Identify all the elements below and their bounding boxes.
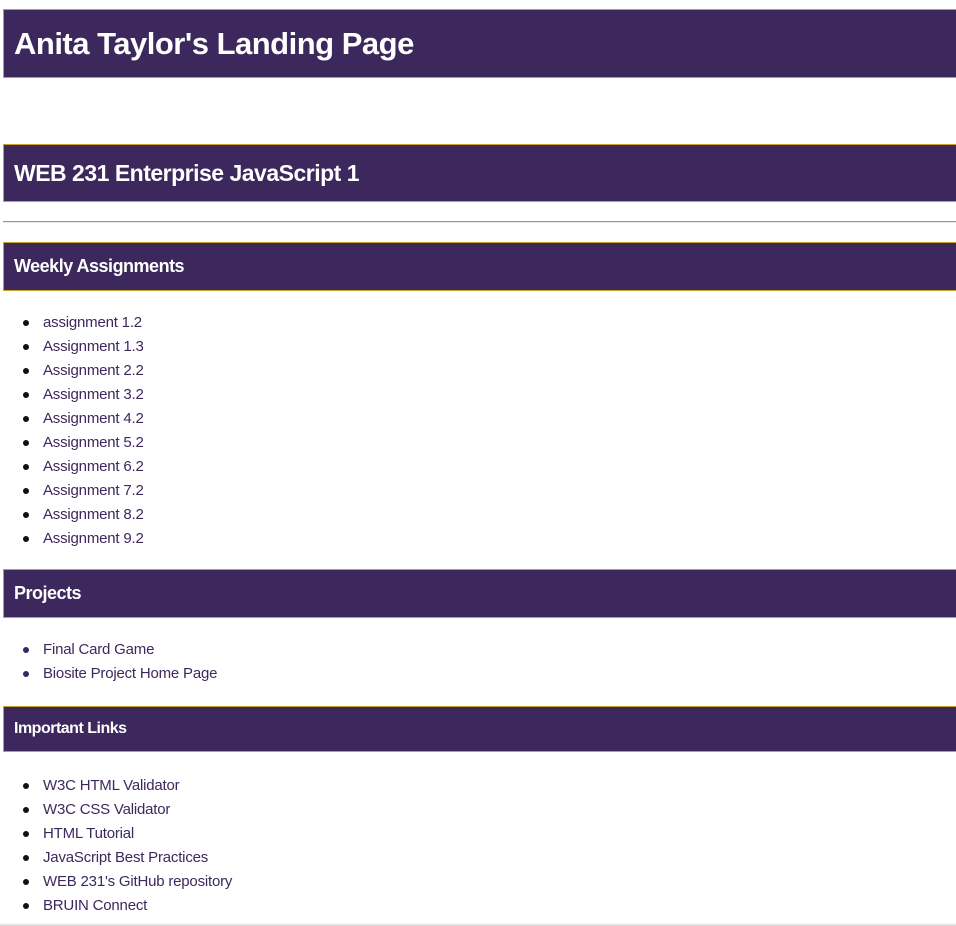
javascript-best-practices-link[interactable]: JavaScript Best Practices: [43, 849, 208, 866]
projects-heading: Projects: [14, 583, 82, 603]
list-item: assignment 1.2: [23, 311, 144, 335]
assignment-8-2-link[interactable]: Assignment 8.2: [43, 506, 144, 523]
list-item: JavaScript Best Practices: [22, 846, 232, 870]
assignment-7-2-link[interactable]: Assignment 7.2: [43, 482, 144, 499]
list-item: Final Card Game: [22, 638, 217, 662]
list-item: HTML Tutorial: [22, 822, 232, 846]
assignment-4-2-link[interactable]: Assignment 4.2: [43, 410, 144, 427]
list-item: Assignment 1.3: [23, 335, 144, 359]
assignment-1-2-link[interactable]: assignment 1.2: [43, 314, 142, 331]
list-item: Assignment 7.2: [23, 479, 144, 503]
bruin-connect-link[interactable]: BRUIN Connect: [43, 897, 147, 914]
biosite-project-link[interactable]: Biosite Project Home Page: [43, 665, 217, 682]
list-item: BRUIN Connect: [22, 894, 232, 918]
list-item: Assignment 4.2: [23, 407, 144, 431]
important-links-banner: Important Links: [3, 706, 956, 752]
assignment-3-2-link[interactable]: Assignment 3.2: [43, 386, 144, 403]
w3c-html-validator-link[interactable]: W3C HTML Validator: [43, 777, 180, 794]
final-card-game-link[interactable]: Final Card Game: [43, 641, 154, 658]
list-item: Assignment 5.2: [23, 431, 144, 455]
page-title: Anita Taylor's Landing Page: [14, 25, 414, 61]
weekly-assignments-list: assignment 1.2 Assignment 1.3 Assignment…: [0, 311, 144, 551]
projects-list: Final Card Game Biosite Project Home Pag…: [0, 638, 217, 686]
html-tutorial-link[interactable]: HTML Tutorial: [43, 825, 134, 842]
assignment-1-3-link[interactable]: Assignment 1.3: [43, 338, 144, 355]
w3c-css-validator-link[interactable]: W3C CSS Validator: [43, 801, 170, 818]
section-divider: [3, 221, 956, 223]
list-item: Assignment 3.2: [23, 383, 144, 407]
assignment-9-2-link[interactable]: Assignment 9.2: [43, 530, 144, 547]
list-item: Assignment 2.2: [23, 359, 144, 383]
weekly-assignments-heading: Weekly Assignments: [14, 256, 185, 276]
important-links-heading: Important Links: [14, 720, 127, 737]
list-item: Biosite Project Home Page: [22, 662, 217, 686]
projects-banner: Projects: [3, 569, 956, 618]
list-item: W3C CSS Validator: [22, 798, 232, 822]
weekly-assignments-banner: Weekly Assignments: [3, 242, 956, 291]
list-item: WEB 231's GitHub repository: [22, 870, 232, 894]
important-links-list: W3C HTML Validator W3C CSS Validator HTM…: [0, 774, 232, 918]
page-title-banner: Anita Taylor's Landing Page: [3, 9, 956, 78]
assignment-6-2-link[interactable]: Assignment 6.2: [43, 458, 144, 475]
list-item: Assignment 9.2: [23, 527, 144, 551]
list-item: Assignment 6.2: [23, 455, 144, 479]
list-item: W3C HTML Validator: [22, 774, 232, 798]
list-item: Assignment 8.2: [23, 503, 144, 527]
course-title: WEB 231 Enterprise JavaScript 1: [14, 159, 360, 186]
course-title-banner: WEB 231 Enterprise JavaScript 1: [3, 144, 956, 202]
github-repository-link[interactable]: WEB 231's GitHub repository: [43, 873, 232, 890]
assignment-5-2-link[interactable]: Assignment 5.2: [43, 434, 144, 451]
assignment-2-2-link[interactable]: Assignment 2.2: [43, 362, 144, 379]
